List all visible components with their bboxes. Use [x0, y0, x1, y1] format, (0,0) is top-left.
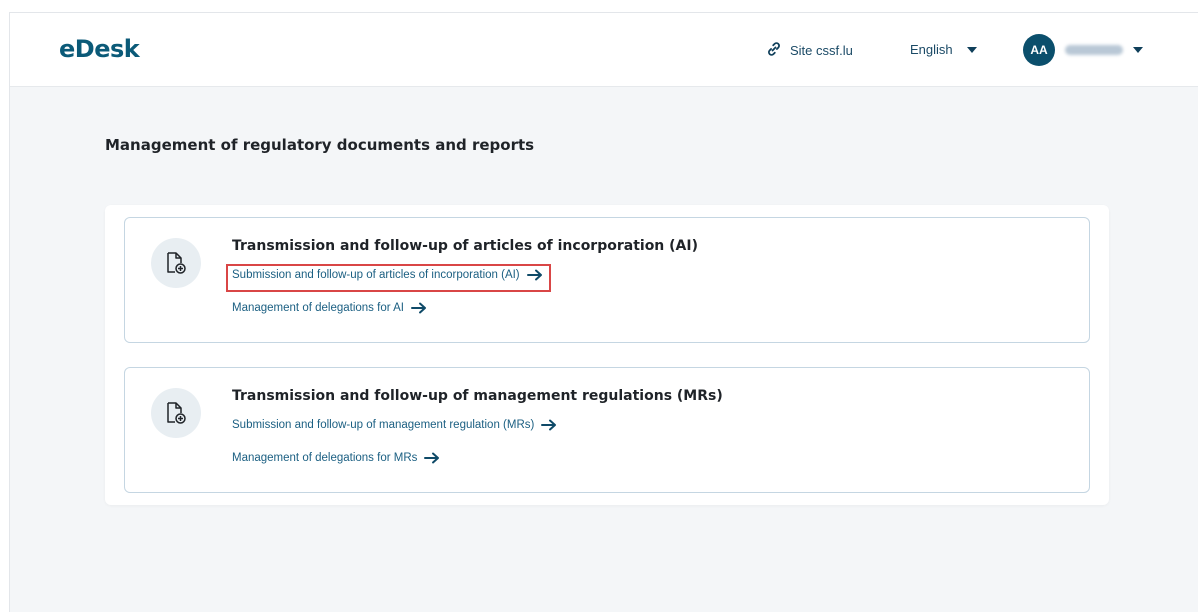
- arrow-right-icon: [424, 452, 440, 464]
- link-icon: [766, 41, 782, 60]
- card-articles-of-incorporation: Transmission and follow-up of articles o…: [124, 217, 1090, 343]
- language-label: English: [910, 42, 953, 57]
- link-delegations-mrs[interactable]: Management of delegations for MRs: [232, 452, 440, 464]
- top-header: eDesk Site cssf.lu English AA: [10, 13, 1198, 87]
- arrow-right-icon: [541, 419, 557, 431]
- chevron-down-icon: [966, 46, 977, 53]
- chevron-down-icon: [1133, 47, 1143, 53]
- site-link[interactable]: Site cssf.lu: [766, 41, 853, 60]
- document-add-icon: [151, 388, 201, 438]
- avatar: AA: [1023, 34, 1055, 66]
- link-submission-mrs[interactable]: Submission and follow-up of management r…: [232, 419, 557, 431]
- language-selector[interactable]: English: [910, 42, 977, 57]
- card-title: Transmission and follow-up of management…: [232, 388, 723, 404]
- content-panel: Transmission and follow-up of articles o…: [105, 205, 1109, 505]
- document-add-icon: [151, 238, 201, 288]
- page-title: Management of regulatory documents and r…: [105, 136, 535, 154]
- card-management-regulations: Transmission and follow-up of management…: [124, 367, 1090, 493]
- arrow-right-icon: [410, 302, 426, 314]
- user-menu[interactable]: AA: [1023, 34, 1143, 66]
- link-label: Submission and follow-up of management r…: [232, 419, 535, 431]
- link-label: Management of delegations for MRs: [232, 452, 418, 464]
- app-logo[interactable]: eDesk: [59, 35, 140, 63]
- link-delegations-ai[interactable]: Management of delegations for AI: [232, 302, 427, 314]
- app-frame: eDesk Site cssf.lu English AA Management…: [9, 12, 1198, 612]
- card-title: Transmission and follow-up of articles o…: [232, 238, 698, 254]
- username-blurred: [1065, 45, 1123, 55]
- link-label: Management of delegations for AI: [232, 302, 404, 314]
- highlight-box: [226, 264, 551, 292]
- site-link-label: Site cssf.lu: [790, 43, 853, 58]
